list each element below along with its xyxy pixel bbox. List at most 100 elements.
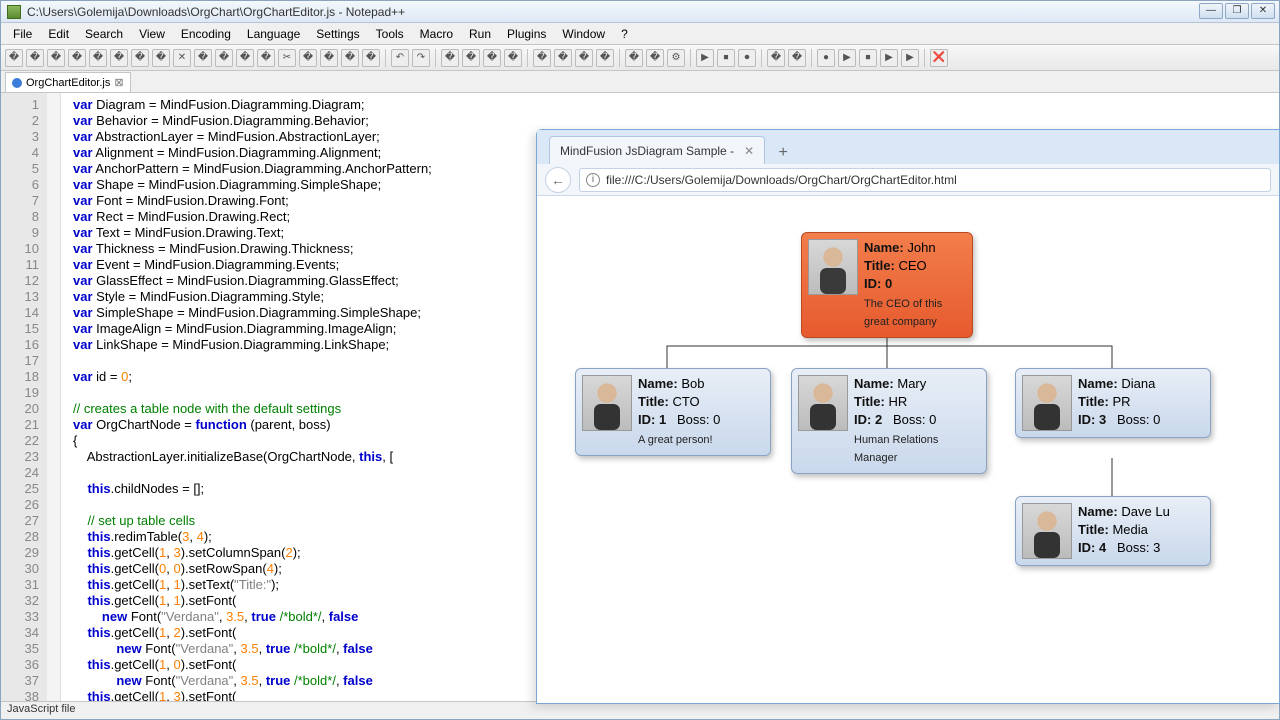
toolbar-button[interactable]: � bbox=[788, 49, 806, 67]
window-title: C:\Users\Golemija\Downloads\OrgChart\Org… bbox=[27, 5, 405, 19]
value-title: HR bbox=[888, 394, 907, 409]
maximize-button[interactable]: ❐ bbox=[1225, 3, 1249, 19]
toolbar-button[interactable]: � bbox=[462, 49, 480, 67]
toolbar-button[interactable]: � bbox=[341, 49, 359, 67]
toolbar-button[interactable]: � bbox=[362, 49, 380, 67]
toolbar-button[interactable]: ▶ bbox=[696, 49, 714, 67]
menu-language[interactable]: Language bbox=[239, 25, 308, 43]
label-name: Name: bbox=[1078, 504, 1118, 519]
toolbar-button[interactable]: � bbox=[26, 49, 44, 67]
toolbar-button[interactable]: � bbox=[110, 49, 128, 67]
menu-edit[interactable]: Edit bbox=[40, 25, 77, 43]
toolbar-button[interactable]: � bbox=[131, 49, 149, 67]
value-name: Diana bbox=[1121, 376, 1155, 391]
toolbar-button[interactable]: � bbox=[483, 49, 501, 67]
toolbar-button[interactable]: � bbox=[152, 49, 170, 67]
label-name: Name: bbox=[864, 240, 904, 255]
menu-bar: FileEditSearchViewEncodingLanguageSettin… bbox=[1, 23, 1279, 45]
value-title: Media bbox=[1112, 522, 1147, 537]
tab-close-icon[interactable]: ✕ bbox=[744, 144, 754, 158]
browser-tab-strip: MindFusion JsDiagram Sample - ✕ + bbox=[537, 130, 1279, 164]
avatar bbox=[808, 239, 858, 295]
toolbar-button[interactable]: � bbox=[257, 49, 275, 67]
browser-tab-title: MindFusion JsDiagram Sample - bbox=[560, 144, 734, 158]
toolbar-button[interactable]: � bbox=[194, 49, 212, 67]
toolbar-button[interactable]: ▶ bbox=[901, 49, 919, 67]
org-node[interactable]: Name: Dave LuTitle: MediaID: 4 Boss: 3 bbox=[1015, 496, 1211, 566]
menu-view[interactable]: View bbox=[131, 25, 173, 43]
toolbar-button[interactable]: � bbox=[575, 49, 593, 67]
file-tab-bar: OrgChartEditor.js ⊠ bbox=[1, 71, 1279, 93]
close-button[interactable]: ✕ bbox=[1251, 3, 1275, 19]
toolbar-button[interactable]: � bbox=[533, 49, 551, 67]
toolbar-button[interactable]: ↶ bbox=[391, 49, 409, 67]
value-desc: Human Relations Manager bbox=[854, 431, 980, 467]
toolbar-button[interactable]: � bbox=[504, 49, 522, 67]
toolbar-button[interactable]: � bbox=[299, 49, 317, 67]
url-text: file:///C:/Users/Golemija/Downloads/OrgC… bbox=[606, 173, 957, 187]
file-tab-name: OrgChartEditor.js bbox=[26, 77, 110, 89]
tab-close-icon[interactable]: ⊠ bbox=[114, 76, 123, 89]
menu-?[interactable]: ? bbox=[613, 25, 636, 43]
menu-tools[interactable]: Tools bbox=[368, 25, 412, 43]
menu-macro[interactable]: Macro bbox=[412, 25, 461, 43]
toolbar-button[interactable]: � bbox=[89, 49, 107, 67]
back-button[interactable]: ← bbox=[545, 167, 571, 193]
toolbar-button[interactable]: ✂ bbox=[278, 49, 296, 67]
browser-tab[interactable]: MindFusion JsDiagram Sample - ✕ bbox=[549, 136, 765, 164]
toolbar-button[interactable]: � bbox=[767, 49, 785, 67]
menu-plugins[interactable]: Plugins bbox=[499, 25, 554, 43]
toolbar-button[interactable]: ● bbox=[817, 49, 835, 67]
toolbar-button[interactable]: ▶ bbox=[838, 49, 856, 67]
toolbar-button[interactable]: � bbox=[625, 49, 643, 67]
toolbar-button[interactable]: � bbox=[5, 49, 23, 67]
value-title: CEO bbox=[898, 258, 926, 273]
toolbar-button[interactable]: � bbox=[441, 49, 459, 67]
value-title: CTO bbox=[672, 394, 699, 409]
label-boss: Boss: 0 bbox=[677, 412, 720, 427]
org-node[interactable]: Name: BobTitle: CTOID: 1 Boss: 0A great … bbox=[575, 368, 771, 456]
address-bar[interactable]: i file:///C:/Users/Golemija/Downloads/Or… bbox=[579, 168, 1271, 192]
info-icon[interactable]: i bbox=[586, 173, 600, 187]
menu-search[interactable]: Search bbox=[77, 25, 131, 43]
label-id: ID: 4 bbox=[1078, 540, 1106, 555]
diagram-canvas[interactable]: Name: John Title: CEO ID: 0 The CEO of t… bbox=[537, 196, 1279, 703]
label-name: Name: bbox=[1078, 376, 1118, 391]
toolbar-button[interactable]: � bbox=[68, 49, 86, 67]
toolbar-button[interactable]: � bbox=[646, 49, 664, 67]
toolbar-button[interactable]: ❌ bbox=[930, 49, 948, 67]
status-text: JavaScript file bbox=[7, 703, 75, 715]
label-title: Title: bbox=[638, 394, 669, 409]
toolbar-button[interactable]: ⚙ bbox=[667, 49, 685, 67]
menu-file[interactable]: File bbox=[5, 25, 40, 43]
menu-settings[interactable]: Settings bbox=[308, 25, 367, 43]
toolbar-button[interactable]: � bbox=[554, 49, 572, 67]
toolbar-button[interactable]: � bbox=[320, 49, 338, 67]
menu-window[interactable]: Window bbox=[554, 25, 613, 43]
label-title: Title: bbox=[854, 394, 885, 409]
value-desc: The CEO of this great company bbox=[864, 295, 966, 331]
value-name: Bob bbox=[681, 376, 704, 391]
toolbar-button[interactable]: ✕ bbox=[173, 49, 191, 67]
toolbar-button[interactable]: � bbox=[47, 49, 65, 67]
menu-encoding[interactable]: Encoding bbox=[173, 25, 239, 43]
toolbar-button[interactable]: ⏺ bbox=[738, 49, 756, 67]
toolbar-button[interactable]: � bbox=[215, 49, 233, 67]
app-icon bbox=[7, 5, 21, 19]
org-node[interactable]: Name: MaryTitle: HRID: 2 Boss: 0Human Re… bbox=[791, 368, 987, 474]
title-bar[interactable]: C:\Users\Golemija\Downloads\OrgChart\Org… bbox=[1, 1, 1279, 23]
new-tab-button[interactable]: + bbox=[771, 142, 795, 164]
toolbar-button[interactable]: � bbox=[236, 49, 254, 67]
toolbar-button[interactable]: ▶ bbox=[880, 49, 898, 67]
menu-run[interactable]: Run bbox=[461, 25, 499, 43]
org-node-root[interactable]: Name: John Title: CEO ID: 0 The CEO of t… bbox=[801, 232, 973, 338]
org-node[interactable]: Name: DianaTitle: PRID: 3 Boss: 0 bbox=[1015, 368, 1211, 438]
toolbar-button[interactable]: ↷ bbox=[412, 49, 430, 67]
value-id: 0 bbox=[885, 276, 892, 291]
label-boss: Boss: 3 bbox=[1117, 540, 1160, 555]
toolbar-button[interactable]: � bbox=[596, 49, 614, 67]
toolbar-button[interactable]: ⏹ bbox=[859, 49, 877, 67]
minimize-button[interactable]: — bbox=[1199, 3, 1223, 19]
toolbar-button[interactable]: ⏹ bbox=[717, 49, 735, 67]
file-tab[interactable]: OrgChartEditor.js ⊠ bbox=[5, 72, 131, 92]
